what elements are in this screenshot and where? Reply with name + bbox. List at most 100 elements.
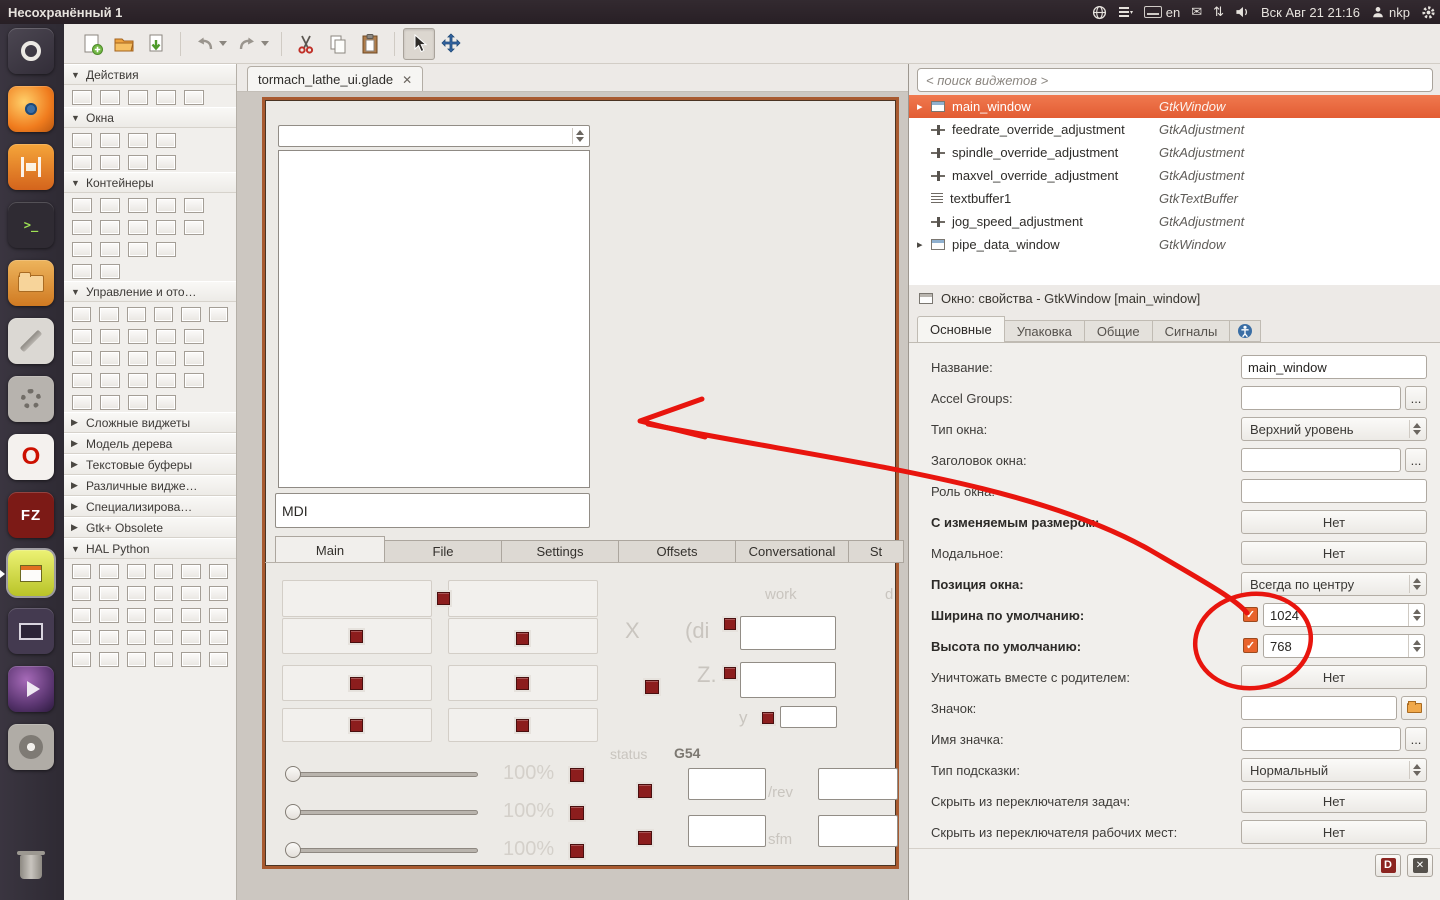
palette-widget-icon[interactable]: [128, 242, 148, 257]
tab-main[interactable]: Main: [275, 536, 385, 563]
dock-dash-home[interactable]: [8, 28, 56, 76]
designed-window-canvas[interactable]: MDI Main File Settings Offsets Conversat…: [262, 97, 904, 869]
override-slider[interactable]: [288, 848, 478, 853]
redo-menu-caret[interactable]: [261, 41, 269, 46]
palette-widget-icon[interactable]: [184, 373, 204, 388]
led-toggle-widget[interactable]: [638, 831, 652, 845]
palette-widget-icon[interactable]: [99, 586, 119, 601]
editor-tab[interactable]: tormach_lathe_ui.glade ✕: [247, 66, 424, 92]
led-toggle-widget[interactable]: [645, 680, 659, 694]
button-widget[interactable]: [448, 580, 598, 617]
close-icon[interactable]: ✕: [402, 73, 412, 87]
palette-widget-icon[interactable]: [184, 351, 204, 366]
default-width-checkbox[interactable]: ✓: [1243, 607, 1258, 622]
override-slider[interactable]: [288, 810, 478, 815]
dock-opera[interactable]: O: [8, 434, 56, 482]
palette-widget-icon[interactable]: [72, 329, 92, 344]
palette-widget-icon[interactable]: [128, 90, 148, 105]
palette-widget-icon[interactable]: [208, 652, 228, 667]
palette-widget-icon[interactable]: [100, 395, 120, 410]
dock-remote-screen[interactable]: [8, 608, 56, 656]
led-toggle-widget[interactable]: [350, 719, 363, 732]
palette-widget-icon[interactable]: [128, 373, 148, 388]
palette-widget-icon[interactable]: [72, 586, 92, 601]
undo-menu-caret[interactable]: [219, 41, 227, 46]
dock-terminal[interactable]: >_: [8, 202, 56, 250]
palette-widget-icon[interactable]: [99, 630, 119, 645]
tree-row-feedrate-adjustment[interactable]: feedrate_override_adjustment GtkAdjustme…: [909, 118, 1440, 141]
palette-widget-icon[interactable]: [156, 329, 176, 344]
messaging-indicator-icon[interactable]: [1118, 6, 1133, 19]
clock[interactable]: Вск Авг 21 21:16: [1261, 5, 1360, 20]
expander-icon[interactable]: ▸: [917, 238, 929, 251]
palette-widget-icon[interactable]: [128, 329, 148, 344]
entry-widget[interactable]: [740, 662, 836, 698]
dock-filezilla[interactable]: FZ: [8, 492, 56, 540]
palette-widget-icon[interactable]: [156, 220, 176, 235]
skip-taskbar-toggle[interactable]: Нет: [1241, 789, 1427, 813]
palette-widget-icon[interactable]: [153, 586, 174, 601]
icon-browse-button[interactable]: [1401, 696, 1427, 720]
palette-widget-icon[interactable]: [72, 90, 92, 105]
palette-widget-icon[interactable]: [72, 373, 92, 388]
mail-indicator-icon[interactable]: ✉: [1191, 4, 1202, 20]
led-toggle-widget[interactable]: [516, 632, 529, 645]
palette-widget-icon[interactable]: [153, 652, 174, 667]
devhelp-button[interactable]: D: [1375, 854, 1401, 877]
palette-section-header[interactable]: ▼ Действия: [64, 64, 236, 85]
undo-button[interactable]: [189, 28, 221, 60]
palette-widget-icon[interactable]: [72, 242, 92, 257]
palette-section-header[interactable]: ▶ Gtk+ Obsolete: [64, 517, 236, 538]
palette-widget-icon[interactable]: [126, 586, 146, 601]
drag-resize-tool-button[interactable]: [435, 28, 467, 60]
palette-widget-icon[interactable]: [156, 90, 176, 105]
tab-general[interactable]: Основные: [917, 316, 1005, 342]
accel-groups-entry[interactable]: [1241, 386, 1401, 410]
palette-widget-icon[interactable]: [72, 351, 92, 366]
sync-indicator-icon[interactable]: ⇅: [1213, 4, 1224, 20]
tab-signals[interactable]: Сигналы: [1152, 320, 1231, 342]
palette-widget-icon[interactable]: [208, 608, 228, 623]
palette-widget-icon[interactable]: [72, 155, 92, 170]
palette-widget-icon[interactable]: [72, 133, 92, 148]
palette-section-header[interactable]: ▼ Управление и ото…: [64, 281, 236, 302]
led-toggle-widget[interactable]: [516, 719, 529, 732]
design-workspace[interactable]: MDI Main File Settings Offsets Conversat…: [237, 92, 908, 900]
icon-name-entry[interactable]: [1241, 727, 1401, 751]
override-slider[interactable]: [288, 772, 478, 777]
widget-search-input[interactable]: [917, 68, 1433, 92]
led-toggle-widget[interactable]: [638, 784, 652, 798]
palette-widget-icon[interactable]: [153, 608, 174, 623]
tree-row-jog-speed-adjustment[interactable]: jog_speed_adjustment GtkAdjustment: [909, 210, 1440, 233]
entry-widget[interactable]: [740, 616, 836, 650]
palette-widget-icon[interactable]: [156, 351, 176, 366]
led-toggle-widget[interactable]: [724, 618, 736, 630]
dock-firefox[interactable]: [8, 86, 56, 134]
led-toggle-widget[interactable]: [516, 677, 529, 690]
palette-widget-icon[interactable]: [128, 133, 148, 148]
palette-widget-icon[interactable]: [100, 220, 120, 235]
palette-widget-icon[interactable]: [100, 329, 120, 344]
palette-widget-icon[interactable]: [72, 198, 92, 213]
redo-button[interactable]: [231, 28, 263, 60]
led-toggle-widget[interactable]: [762, 712, 774, 724]
default-height-checkbox[interactable]: ✓: [1243, 638, 1258, 653]
palette-widget-icon[interactable]: [72, 220, 92, 235]
palette-widget-icon[interactable]: [184, 329, 204, 344]
palette-widget-icon[interactable]: [100, 373, 120, 388]
expander-icon[interactable]: ▸: [917, 100, 929, 113]
palette-widget-icon[interactable]: [100, 242, 120, 257]
tree-row-spindle-adjustment[interactable]: spindle_override_adjustment GtkAdjustmen…: [909, 141, 1440, 164]
palette-widget-icon[interactable]: [128, 395, 148, 410]
tab-offsets[interactable]: Offsets: [619, 540, 736, 563]
tab-accessibility[interactable]: [1230, 320, 1262, 342]
tab-clipped[interactable]: St: [849, 540, 904, 563]
palette-section-header[interactable]: ▶ Модель дерева: [64, 433, 236, 454]
led-toggle-widget[interactable]: [724, 667, 736, 679]
palette-widget-icon[interactable]: [128, 351, 148, 366]
mdi-entry[interactable]: MDI: [275, 493, 590, 528]
palette-widget-icon[interactable]: [72, 264, 92, 279]
combobox-widget[interactable]: [278, 125, 590, 147]
tree-row-main-window[interactable]: ▸ main_window GtkWindow: [909, 95, 1440, 118]
dock-glade[interactable]: [0, 548, 56, 598]
